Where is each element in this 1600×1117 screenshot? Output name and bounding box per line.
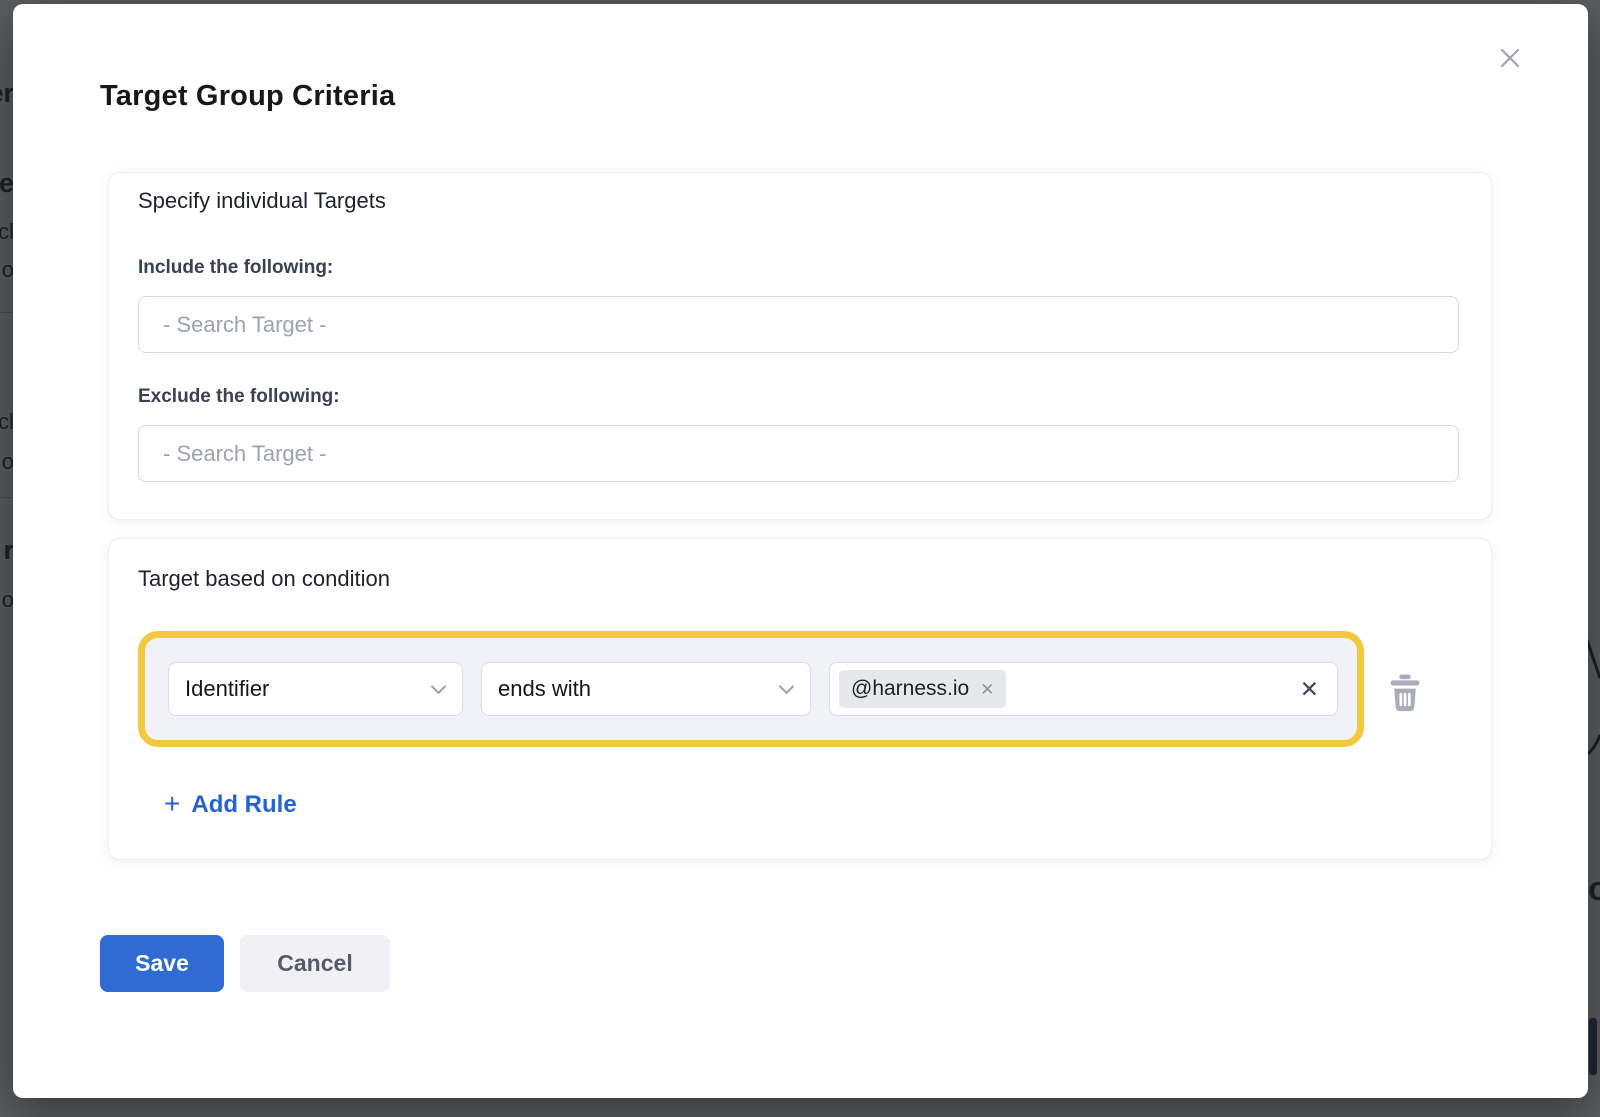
condition-rule-row: Identifier ends with @harness.io ✕ ✕ xyxy=(138,631,1364,747)
attribute-select-value: Identifier xyxy=(185,676,269,702)
attribute-select[interactable]: Identifier xyxy=(168,662,463,716)
modal-title: Target Group Criteria xyxy=(100,80,395,113)
trash-icon xyxy=(1388,673,1422,713)
modal-actions: Save Cancel xyxy=(100,935,390,992)
individual-targets-card: Specify individual Targets Include the f… xyxy=(108,172,1492,520)
cancel-button[interactable]: Cancel xyxy=(240,935,390,992)
remove-tag-icon[interactable]: ✕ xyxy=(980,681,994,698)
chevron-down-icon xyxy=(779,679,795,695)
individual-targets-heading: Specify individual Targets xyxy=(138,188,386,214)
clear-values-icon[interactable]: ✕ xyxy=(1300,678,1319,701)
value-tag-label: @harness.io xyxy=(851,677,969,701)
rule-values-input[interactable]: @harness.io ✕ ✕ xyxy=(829,662,1338,716)
condition-card: Target based on condition Identifier end… xyxy=(108,538,1492,860)
include-target-search-input[interactable] xyxy=(138,296,1459,353)
exclude-target-search-input[interactable] xyxy=(138,425,1459,482)
delete-rule-button[interactable] xyxy=(1387,673,1423,715)
exclude-label: Exclude the following: xyxy=(138,386,340,409)
close-button[interactable] xyxy=(1490,38,1530,78)
save-button[interactable]: Save xyxy=(100,935,224,992)
value-tag: @harness.io ✕ xyxy=(839,670,1006,708)
add-rule-button[interactable]: + Add Rule xyxy=(164,791,297,819)
include-label: Include the following: xyxy=(138,257,333,280)
close-icon xyxy=(1494,42,1526,74)
target-group-criteria-modal: Target Group Criteria Specify individual… xyxy=(13,4,1588,1098)
operator-select-value: ends with xyxy=(498,676,591,702)
plus-icon: + xyxy=(164,790,180,818)
condition-heading: Target based on condition xyxy=(138,566,390,592)
chevron-down-icon xyxy=(431,679,447,695)
add-rule-label: Add Rule xyxy=(191,791,296,819)
operator-select[interactable]: ends with xyxy=(481,662,811,716)
